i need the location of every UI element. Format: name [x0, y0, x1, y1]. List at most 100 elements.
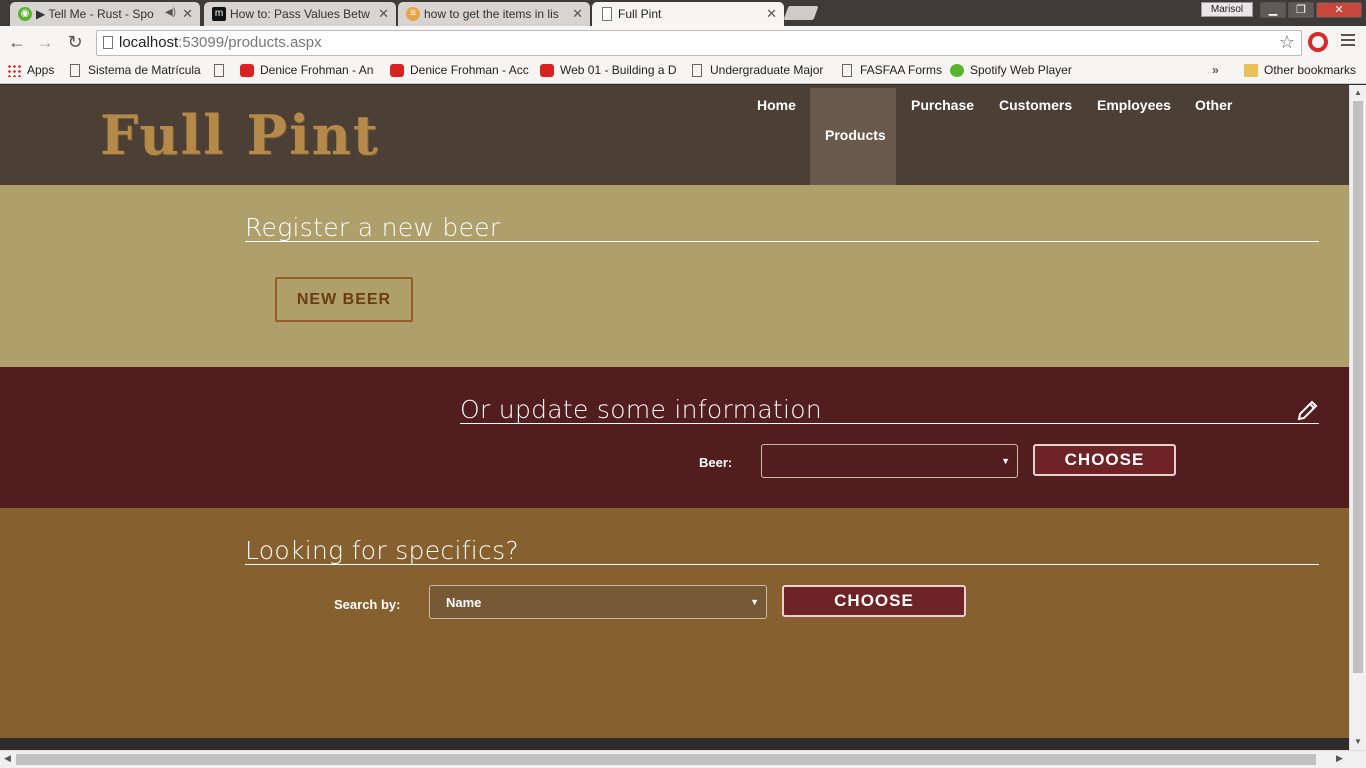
tab-how-to-pass-values[interactable]: m How to: Pass Values Betw ✕: [204, 2, 396, 26]
tab-stack-overflow[interactable]: ≡ how to get the items in lis ✕: [398, 2, 590, 26]
nav-products[interactable]: Products: [825, 127, 886, 143]
spotify-icon: ◉: [18, 7, 32, 21]
pencil-icon: [1297, 400, 1318, 421]
browser-toolbar: ← → ↻ localhost:53099/products.aspx ☆: [0, 26, 1366, 60]
apps-icon: [7, 64, 21, 77]
divider: [245, 564, 1319, 565]
bookmark-spotify[interactable]: Spotify Web Player: [950, 63, 1072, 77]
bookmark-label: FASFAA Forms: [860, 63, 943, 77]
bookmark-label: Web 01 - Building a D: [560, 63, 677, 77]
register-title: Register a new beer: [245, 213, 501, 242]
tab-title: how to get the items in lis: [424, 7, 559, 21]
search-title: Looking for specifics?: [245, 536, 519, 565]
bookmark-label: Denice Frohman - An: [260, 63, 374, 77]
page-icon: [103, 36, 113, 49]
spotify-icon: [950, 64, 964, 77]
search-by-label: Search by:: [334, 597, 401, 612]
chevron-down-icon: ▼: [750, 597, 759, 607]
new-beer-button[interactable]: NEW BEER: [275, 277, 413, 322]
divider: [245, 241, 1319, 242]
bookmark-label: Undergraduate Major: [710, 63, 824, 77]
opera-icon[interactable]: [1308, 32, 1328, 52]
scrollbar-thumb[interactable]: [1353, 101, 1363, 673]
bookmark-star-icon[interactable]: ☆: [1279, 32, 1295, 53]
divider: [460, 423, 1319, 424]
vertical-scrollbar[interactable]: ▲ ▼: [1349, 85, 1366, 750]
nav-other[interactable]: Other: [1195, 97, 1232, 113]
new-tab-button[interactable]: [783, 6, 819, 20]
update-section: Or update some information Beer: ▼ CHOOS…: [0, 367, 1349, 508]
close-icon[interactable]: ✕: [766, 6, 777, 22]
youtube-icon: [390, 64, 404, 77]
scroll-left-icon[interactable]: ◀: [4, 753, 11, 764]
speaker-icon: ◀): [164, 7, 176, 18]
bookmarks-bar: Apps Sistema de Matrícula Denice Frohman…: [0, 60, 1366, 84]
scrollbar-thumb[interactable]: [16, 754, 1316, 765]
beer-select[interactable]: ▼: [761, 444, 1018, 478]
choose-beer-button[interactable]: CHOOSE: [1033, 444, 1176, 476]
site-logo[interactable]: Full Pint: [100, 103, 380, 167]
page-icon: [214, 64, 224, 77]
folder-icon: [1244, 64, 1258, 77]
beer-label: Beer:: [699, 455, 733, 470]
bookmark-denice-2[interactable]: Denice Frohman - Acc: [390, 63, 529, 77]
search-section: Looking for specifics? Search by: Name ▼…: [0, 508, 1349, 738]
update-title: Or update some information: [460, 395, 823, 424]
close-icon[interactable]: ✕: [572, 6, 583, 22]
tab-title: How to: Pass Values Betw: [230, 7, 370, 21]
bookmark-undergraduate[interactable]: Undergraduate Major: [690, 63, 823, 77]
chevron-down-icon: ▼: [1001, 456, 1010, 466]
nav-customers[interactable]: Customers: [999, 97, 1072, 113]
horizontal-scrollbar[interactable]: ◀ ▶: [0, 750, 1366, 768]
page-viewport: Full Pint Home Products Purchase Custome…: [0, 85, 1349, 750]
back-arrow-icon[interactable]: ←: [6, 32, 28, 53]
minimize-button[interactable]: ▁: [1260, 2, 1286, 18]
site-footer: [0, 738, 1349, 750]
youtube-icon: [540, 64, 554, 77]
scroll-up-icon[interactable]: ▲: [1354, 88, 1362, 97]
bookmark-label: Sistema de Matrícula: [88, 63, 201, 77]
url-path: :53099/products.aspx: [178, 34, 322, 51]
bookmark-label: Apps: [27, 63, 55, 77]
bookmark-sistema[interactable]: Sistema de Matrícula: [68, 63, 201, 77]
more-bookmarks-button[interactable]: »: [1212, 63, 1219, 77]
browser-tab-strip: ◉ ▶ Tell Me - Rust - Spo ◀) ✕ m How to: …: [0, 0, 1366, 26]
bookmark-label: Other bookmarks: [1264, 63, 1357, 77]
choose-search-button[interactable]: CHOOSE: [782, 585, 966, 617]
tab-full-pint[interactable]: Full Pint ✕: [592, 2, 784, 26]
bookmark-denice-1[interactable]: Denice Frohman - An: [240, 63, 373, 77]
window-close-button[interactable]: ✕: [1316, 2, 1362, 18]
page-icon: [842, 64, 852, 77]
close-icon[interactable]: ✕: [378, 6, 389, 22]
bookmark-apps[interactable]: Apps: [7, 63, 54, 77]
bookmark-label: Denice Frohman - Acc: [410, 63, 529, 77]
search-by-select[interactable]: Name ▼: [429, 585, 767, 619]
address-bar[interactable]: localhost:53099/products.aspx ☆: [96, 30, 1302, 56]
close-icon[interactable]: ✕: [182, 6, 193, 22]
bookmark-label: Spotify Web Player: [970, 63, 1072, 77]
scroll-down-icon[interactable]: ▼: [1354, 737, 1362, 746]
stack-icon: ≡: [406, 7, 420, 21]
reload-icon[interactable]: ↻: [64, 32, 86, 53]
site-header: Full Pint Home Products Purchase Custome…: [0, 85, 1349, 185]
forward-arrow-icon[interactable]: →: [34, 32, 56, 53]
tab-title: Full Pint: [618, 7, 662, 21]
tab-spotify[interactable]: ◉ ▶ Tell Me - Rust - Spo ◀) ✕: [10, 2, 200, 26]
m-icon: m: [212, 7, 226, 21]
nav-purchase[interactable]: Purchase: [911, 97, 974, 113]
nav-employees[interactable]: Employees: [1097, 97, 1171, 113]
profile-button[interactable]: Marisol: [1201, 2, 1253, 17]
page-icon: [692, 64, 702, 77]
scroll-right-icon[interactable]: ▶: [1336, 753, 1343, 764]
page-icon: [602, 7, 612, 21]
menu-icon[interactable]: [1341, 34, 1355, 48]
bookmark-fasfaa[interactable]: FASFAA Forms: [840, 63, 942, 77]
register-section: Register a new beer NEW BEER: [0, 185, 1349, 367]
other-bookmarks[interactable]: Other bookmarks: [1244, 63, 1356, 77]
maximize-button[interactable]: ❐: [1288, 2, 1314, 18]
youtube-icon: [240, 64, 254, 77]
nav-home[interactable]: Home: [757, 97, 796, 113]
bookmark-web01[interactable]: Web 01 - Building a D: [540, 63, 677, 77]
tab-title: ▶ Tell Me - Rust - Spo: [36, 7, 154, 21]
url-host: localhost: [119, 34, 179, 51]
